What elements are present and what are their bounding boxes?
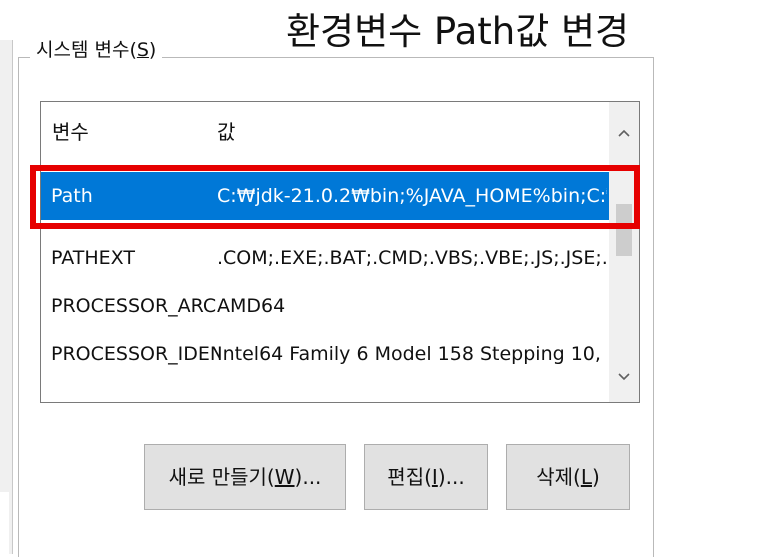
table-row[interactable]: PROCESSOR_ARC... AMD64 — [41, 282, 609, 330]
table-row[interactable]: PATHEXT .COM;.EXE;.BAT;.CMD;.VBS;.VBE;.J… — [41, 234, 609, 282]
system-variables-list[interactable]: 변수 값 Path C:₩jdk-21.0.2₩bin;%JAVA_HOME%b… — [40, 101, 640, 403]
variable-name: PATHEXT — [51, 247, 135, 269]
chevron-down-icon[interactable] — [609, 362, 639, 392]
column-header-value[interactable]: 값 — [217, 114, 235, 150]
list-header: 변수 값 — [41, 102, 609, 162]
variable-value: AMD64 — [217, 295, 286, 317]
table-row[interactable]: Path C:₩jdk-21.0.2₩bin;%JAVA_HOME%bin;C:… — [41, 172, 609, 220]
new-button[interactable]: 새로 만들기(W)... — [144, 444, 346, 510]
variable-name: PROCESSOR_IDEN... — [51, 343, 219, 365]
background-window-corner — [0, 492, 9, 554]
variable-value: C:₩jdk-21.0.2₩bin;%JAVA_HOME%bin;C:₩... — [217, 185, 607, 207]
delete-button[interactable]: 삭제(L) — [506, 444, 630, 510]
vertical-scrollbar[interactable] — [609, 102, 639, 402]
scrollbar-thumb[interactable] — [616, 204, 632, 256]
table-row[interactable]: PROCESSOR_IDEN... Intel64 Family 6 Model… — [41, 330, 609, 378]
variable-name: PROCESSOR_ARC... — [51, 295, 219, 317]
edit-button[interactable]: 편집(I)... — [364, 444, 488, 510]
chevron-up-icon[interactable] — [609, 118, 639, 148]
system-variables-label: 시스템 변수(S) — [30, 33, 163, 67]
background-window-edge — [0, 40, 13, 554]
annotation-headline: 환경변수 Path값 변경 — [286, 10, 630, 53]
column-header-variable[interactable]: 변수 — [52, 114, 89, 150]
variable-value: .COM;.EXE;.BAT;.CMD;.VBS;.VBE;.JS;.JSE;.… — [217, 247, 607, 269]
variable-value: Intel64 Family 6 Model 158 Stepping 10, … — [217, 343, 607, 365]
variable-name: Path — [51, 185, 93, 207]
